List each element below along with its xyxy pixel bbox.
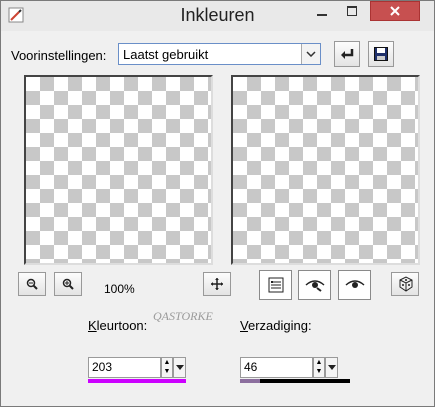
- chevron-down-icon: [327, 365, 336, 370]
- title-bar: Inkleuren: [1, 1, 434, 31]
- hue-label-text: Kleurtoon:: [88, 318, 148, 333]
- hue-stepper[interactable]: ▲ ▼: [161, 357, 173, 378]
- minimize-button[interactable]: [308, 1, 336, 21]
- presets-dropdown[interactable]: Laatst gebruikt: [118, 43, 321, 65]
- preview-toggle-button[interactable]: [338, 270, 371, 300]
- zoom-level: 100%: [104, 282, 135, 296]
- maximize-button[interactable]: [338, 1, 366, 21]
- pan-button[interactable]: [203, 272, 231, 296]
- eye-icon: [305, 280, 324, 292]
- save-preset-button[interactable]: [368, 41, 394, 67]
- floppy-disk-icon: [374, 47, 388, 61]
- hue-spinner: 203 ▲ ▼: [88, 357, 186, 379]
- move-icon: [211, 278, 223, 290]
- undo-icon: [341, 49, 354, 59]
- hue-input[interactable]: 203: [88, 357, 161, 378]
- after-preview: [231, 75, 420, 265]
- eye-icon: [345, 280, 364, 288]
- saturation-label: Verzadiging:: [240, 318, 312, 333]
- hue-dropdown[interactable]: [173, 357, 186, 378]
- hue-color-bar[interactable]: [88, 379, 186, 383]
- hue-label: Kleurtoon:: [88, 318, 147, 333]
- maximize-icon: [347, 6, 357, 16]
- close-button[interactable]: [370, 1, 420, 21]
- zoom-in-button[interactable]: [54, 272, 82, 296]
- colorize-dialog: Inkleuren Voorinstellingen: Laatst gebru…: [0, 0, 435, 407]
- saturation-label-text: Verzadiging:: [240, 318, 312, 333]
- watermark: QASTORKE: [153, 309, 213, 323]
- zoom-out-icon: [26, 278, 38, 290]
- zoom-out-button[interactable]: [18, 272, 46, 296]
- reset-preset-button[interactable]: [334, 41, 360, 67]
- dice-icon: [399, 276, 413, 292]
- presets-label: Voorinstellingen:: [11, 48, 107, 63]
- auto-proof-toggle-button[interactable]: [298, 270, 331, 300]
- minimize-icon: [317, 14, 327, 16]
- chevron-down-icon: [175, 365, 184, 370]
- presets-selected-value: Laatst gebruikt: [123, 47, 209, 62]
- close-icon: [390, 6, 400, 16]
- before-preview[interactable]: [24, 75, 213, 265]
- zoom-in-icon: [62, 278, 74, 290]
- saturation-bar[interactable]: [240, 379, 350, 383]
- saturation-bar-fill: [240, 379, 260, 383]
- proof-toggle-button[interactable]: [259, 270, 292, 300]
- saturation-dropdown[interactable]: [325, 357, 338, 378]
- chevron-down-icon[interactable]: [301, 44, 320, 64]
- saturation-input[interactable]: 46: [240, 357, 313, 378]
- randomize-button[interactable]: [391, 272, 419, 296]
- saturation-spinner: 46 ▲ ▼: [240, 357, 338, 379]
- checklist-icon: [268, 277, 283, 293]
- saturation-stepper[interactable]: ▲ ▼: [313, 357, 325, 378]
